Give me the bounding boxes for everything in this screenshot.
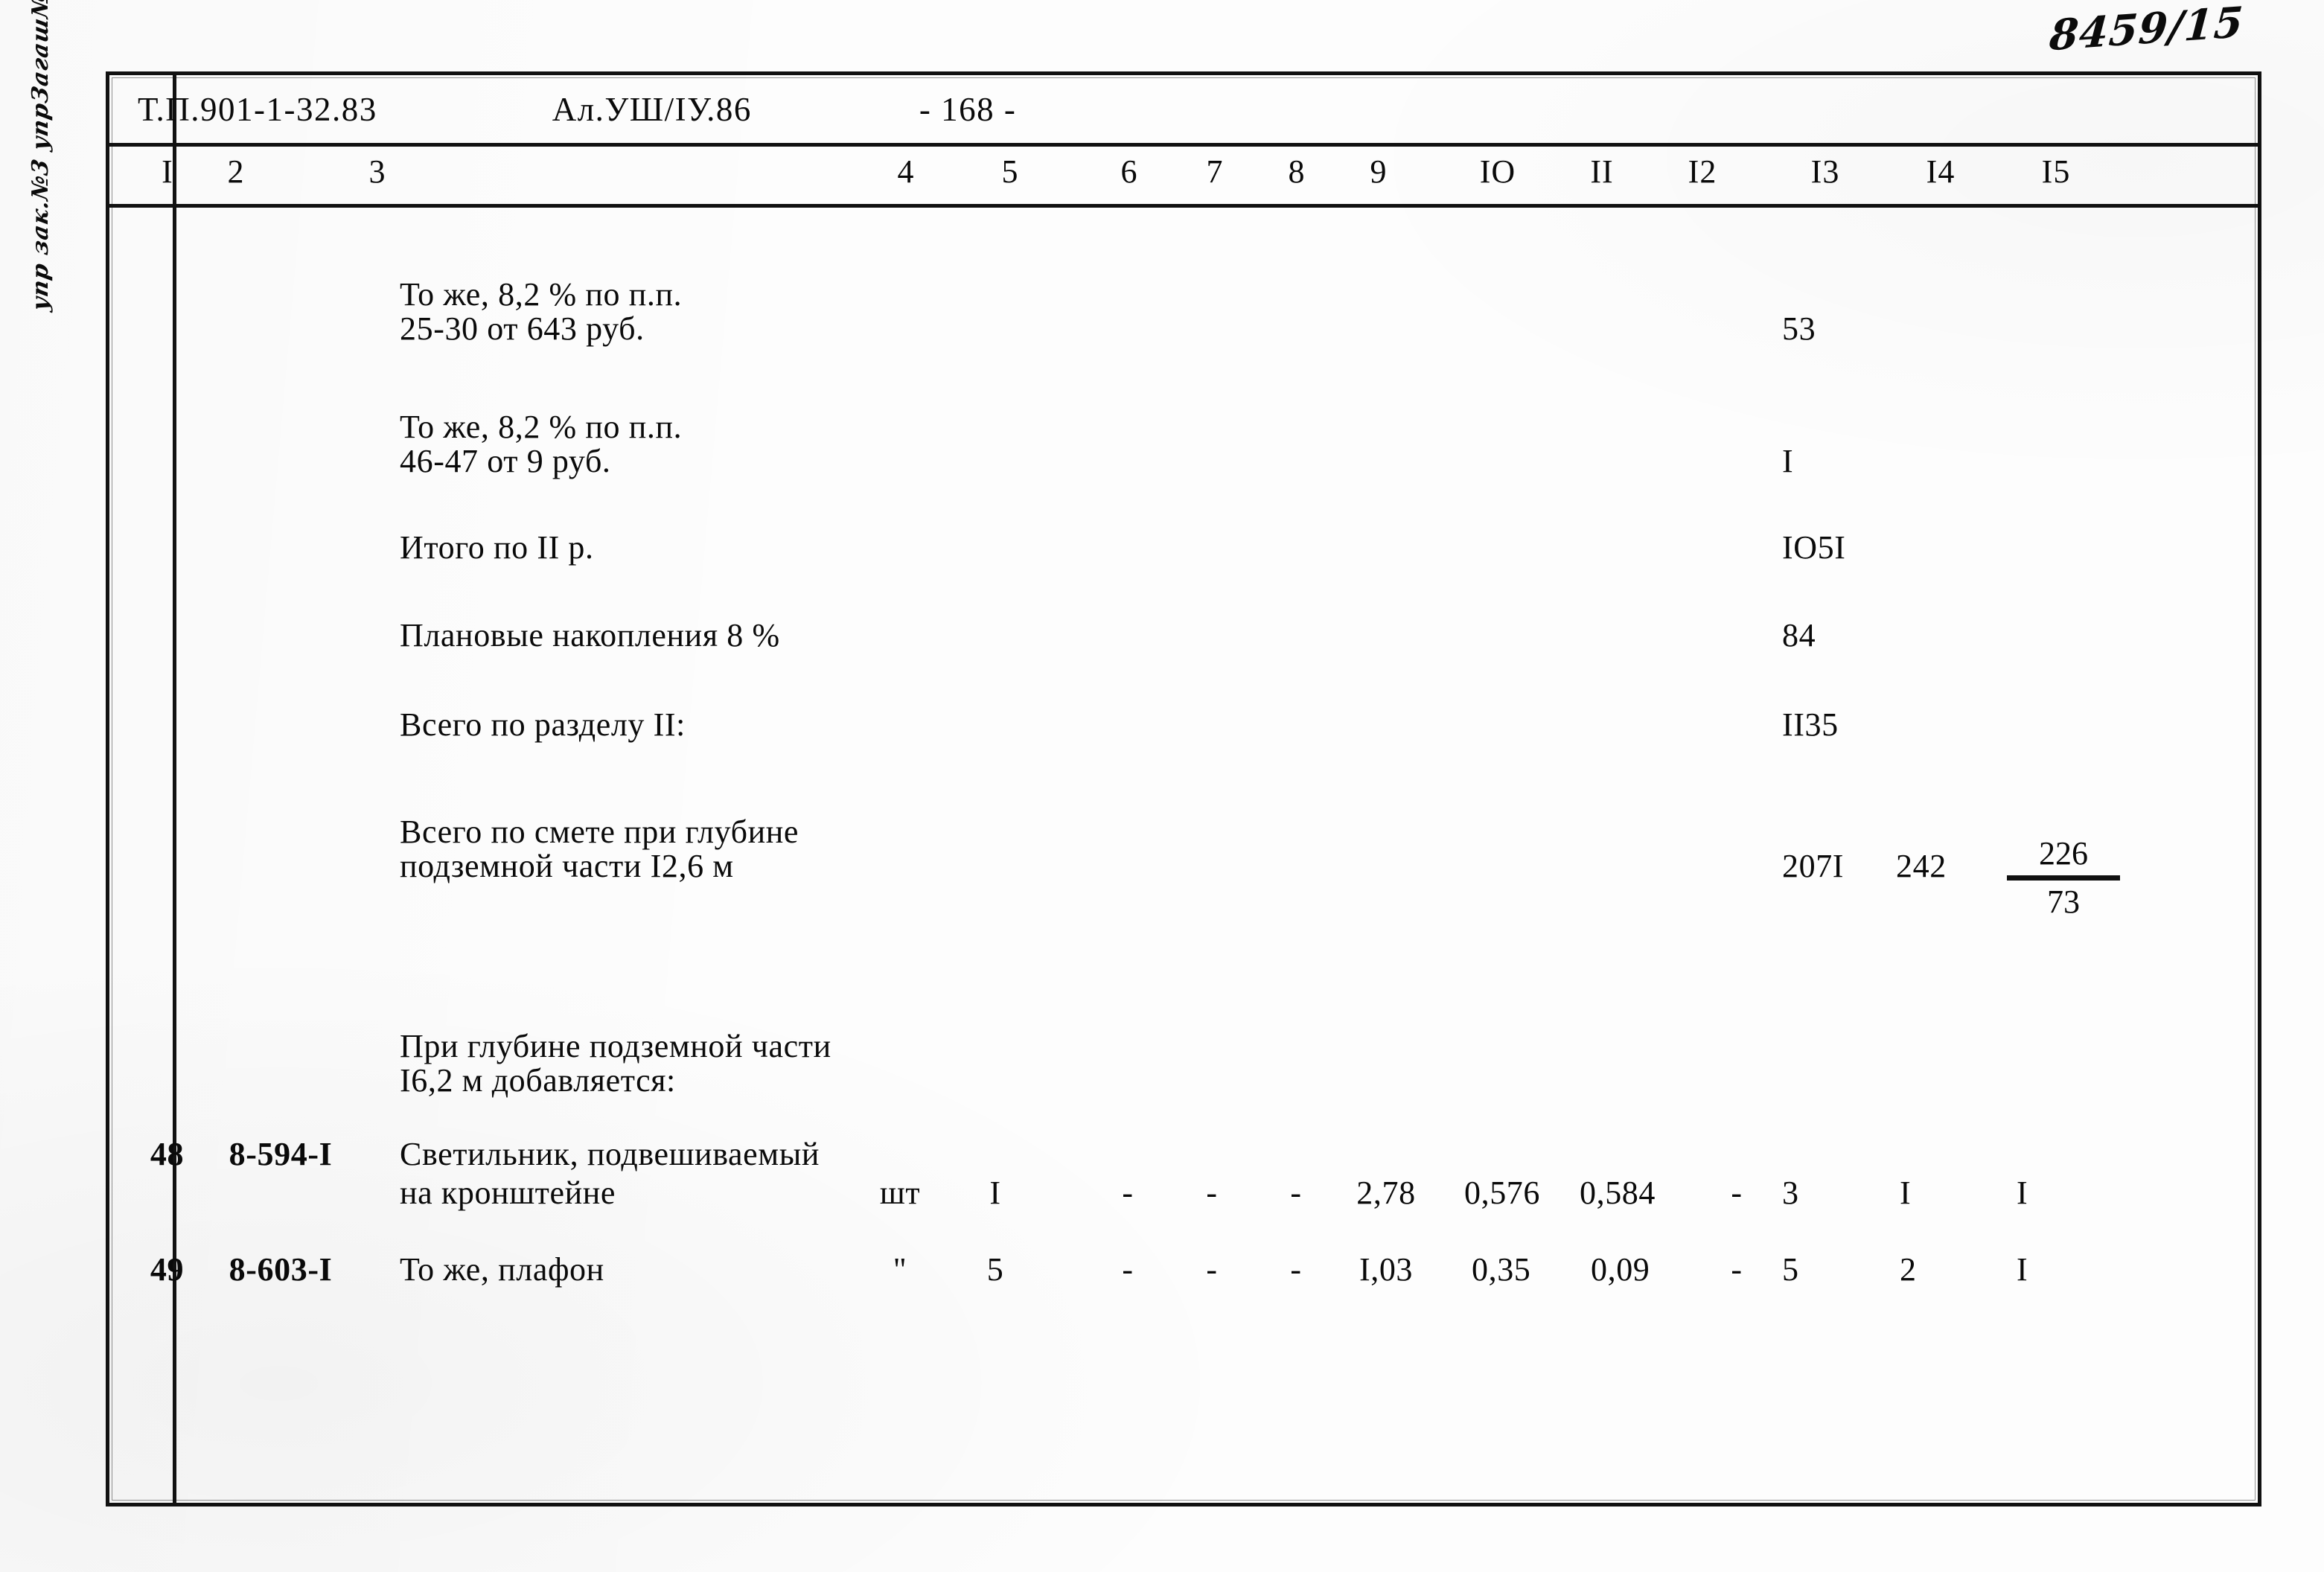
column-number-1: I [162,153,173,190]
row-value-col15: I [2017,1175,2028,1211]
row-description-line1: Итого по II р. [400,529,594,566]
row-description-line1: Плановые накопления 8 % [400,617,780,654]
document-code: Т.П.901-1-32.83 [138,90,377,128]
row-unit: " [893,1251,907,1288]
row-item-code: 8-594-I [229,1136,333,1172]
row-value-col14: 242 [1896,848,1947,884]
row-description-line2: подземной части I2,6 м [400,848,734,884]
column-number-4: 4 [897,153,915,190]
row-value-col12: - [1731,1251,1743,1288]
row-quantity: 5 [986,1251,1004,1288]
table-body: То же, 8,2 % по п.п. 25-30 от 643 руб. 5… [109,208,2258,1503]
row-value-col15-fraction: 226 73 [2004,834,2123,921]
row-item-number: 49 [150,1251,185,1288]
row-value-col9: I,03 [1359,1251,1414,1288]
row-value-col12: - [1731,1175,1743,1211]
column-number-15: I5 [2041,153,2071,190]
document-header-band: Т.П.901-1-32.83 Ал.УШ/IУ.86 - 168 - [109,75,2258,147]
column-number-14: I4 [1926,153,1956,190]
fraction-denominator: 73 [2047,884,2080,920]
column-number-13: I3 [1810,153,1840,190]
row-value-col13: 207I [1782,848,1845,884]
row-unit: шт [879,1175,921,1211]
row-quantity: I [989,1175,1001,1211]
column-number-6: 6 [1120,153,1138,190]
column-number-band: I 2 3 4 5 6 7 8 9 IO II I2 I3 I4 I5 [109,147,2258,208]
column-number-3: 3 [368,153,386,190]
column-number-11: II [1590,153,1614,190]
row-value-col7: - [1206,1175,1218,1211]
fraction-bar [2007,875,2120,881]
column-number-8: 8 [1288,153,1306,190]
row-value-col6: - [1122,1175,1134,1211]
row-description-line2: 46-47 от 9 руб. [400,443,611,479]
column-number-12: I2 [1688,153,1717,190]
row-value-col13: II35 [1782,706,1839,743]
row-description-line2: 25-30 от 643 руб. [400,310,645,347]
handwritten-margin-note: упр зак.№3 упрЗагаш№6 (4/34+) [28,0,54,313]
row-value-col8: - [1290,1251,1302,1288]
row-value-col6: - [1122,1251,1134,1288]
page-number-label: - 168 - [919,90,1017,128]
row-value-col10: 0,35 [1472,1251,1531,1288]
column-number-7: 7 [1206,153,1224,190]
row-value-col14: I [1900,1175,1912,1211]
row-item-code: 8-603-I [229,1251,333,1288]
row-item-number: 48 [150,1136,185,1172]
row-value-col15: I [2017,1251,2028,1288]
album-label: Ал.УШ/IУ.86 [552,90,752,128]
column-number-2: 2 [227,153,245,190]
row-description-line2: I6,2 м добавляется: [400,1062,676,1099]
row-value-col7: - [1206,1251,1218,1288]
row-value-col13: 84 [1782,617,1816,654]
row-value-col13: I [1782,443,1794,479]
row-value-col11: 0,584 [1580,1175,1656,1211]
column-number-9: 9 [1370,153,1388,190]
fraction-numerator: 226 [2039,835,2088,872]
row-value-col13: IO5I [1782,529,1846,566]
row-description-line1: Всего по разделу II: [400,706,686,743]
row-value-col8: - [1290,1175,1302,1211]
row-value-col9: 2,78 [1356,1175,1416,1211]
row-value-col13: 53 [1782,310,1816,347]
column-number-5: 5 [1001,153,1019,190]
column-number-10: IO [1479,153,1516,190]
row-description-line1: Светильник, подвешиваемый [400,1136,820,1172]
row-value-col13: 3 [1782,1175,1799,1211]
row-value-col14: 2 [1900,1251,1917,1288]
row-value-col13: 5 [1782,1251,1799,1288]
